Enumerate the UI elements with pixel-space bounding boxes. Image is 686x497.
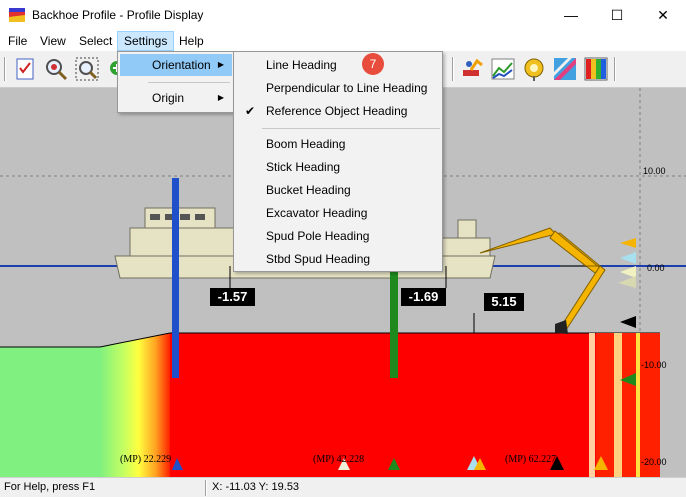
status-coordinates: X: -11.03 Y: 19.53 xyxy=(212,481,300,493)
dredge-area xyxy=(170,333,660,477)
settings-menu: Orientation ▶ Origin ▶ xyxy=(117,51,235,113)
menu-item-boom-heading[interactable]: Boom Heading xyxy=(236,133,440,155)
minimize-button[interactable]: — xyxy=(548,0,594,31)
menu-bar: File View Select Settings Help xyxy=(0,31,686,51)
left-spud xyxy=(172,178,179,378)
menu-item-orientation[interactable]: Orientation ▶ xyxy=(120,54,232,76)
menu-help[interactable]: Help xyxy=(173,31,210,51)
menu-item-perpendicular-heading[interactable]: Perpendicular to Line Heading xyxy=(236,77,440,99)
submenu-arrow-icon: ▶ xyxy=(217,93,224,102)
toolbar-grip xyxy=(4,57,6,81)
mp-label: (MP) 62.227 xyxy=(505,454,557,465)
menu-item-reference-object-heading[interactable]: ✔ Reference Object Heading xyxy=(236,100,440,122)
zoom-area-icon[interactable] xyxy=(74,56,100,82)
checklist-icon[interactable] xyxy=(12,56,38,82)
menu-item-line-heading[interactable]: Line Heading xyxy=(236,54,440,76)
left-spud-value: -1.57 xyxy=(210,288,255,306)
gradient-icon[interactable] xyxy=(552,56,578,82)
mp-label: (MP) 22.229 xyxy=(120,454,172,465)
bucket-value: 5.15 xyxy=(484,293,524,311)
menu-file[interactable]: File xyxy=(2,31,33,51)
menu-select[interactable]: Select xyxy=(73,31,118,51)
menu-item-excavator-heading[interactable]: Excavator Heading xyxy=(236,202,440,224)
menu-item-bucket-heading[interactable]: Bucket Heading xyxy=(236,179,440,201)
orientation-menu: Line Heading Perpendicular to Line Headi… xyxy=(233,51,443,272)
profile-chart-icon[interactable] xyxy=(490,56,516,82)
magnify-icon[interactable] xyxy=(43,56,69,82)
step-badge: 7 xyxy=(362,53,384,75)
depth-label: -10.00 xyxy=(641,360,667,370)
menu-view[interactable]: View xyxy=(34,31,72,51)
app-icon xyxy=(9,8,25,22)
menu-settings[interactable]: Settings xyxy=(117,31,175,51)
status-bar: For Help, press F1 X: -11.03 Y: 19.53 xyxy=(0,477,686,497)
seabed-green xyxy=(0,347,100,477)
maximize-button[interactable]: ☐ xyxy=(594,0,640,31)
color-palette-icon[interactable] xyxy=(583,56,609,82)
depth-label: 10.00 xyxy=(643,166,666,176)
right-spud-value: -1.69 xyxy=(401,288,446,306)
title-bar: Backhoe Profile - Profile Display — ☐ ✕ xyxy=(0,0,686,31)
bucket xyxy=(555,320,568,334)
window-title: Backhoe Profile - Profile Display xyxy=(32,8,204,22)
close-button[interactable]: ✕ xyxy=(640,0,686,31)
mp-label: (MP) 42.228 xyxy=(313,454,365,465)
status-help: For Help, press F1 xyxy=(4,481,96,493)
stick xyxy=(559,265,606,331)
target-icon[interactable] xyxy=(521,56,547,82)
menu-item-spud-pole-heading[interactable]: Spud Pole Heading xyxy=(236,225,440,247)
excavator-icon[interactable] xyxy=(459,56,485,82)
menu-item-stick-heading[interactable]: Stick Heading xyxy=(236,156,440,178)
menu-item-stbd-spud-heading[interactable]: Stbd Spud Heading xyxy=(236,248,440,270)
menu-item-origin[interactable]: Origin ▶ xyxy=(120,87,232,109)
submenu-arrow-icon: ▶ xyxy=(217,60,224,69)
depth-label: -20.00 xyxy=(641,457,667,467)
depth-label: 0.00 xyxy=(647,263,665,273)
checkmark-icon: ✔ xyxy=(245,104,256,118)
